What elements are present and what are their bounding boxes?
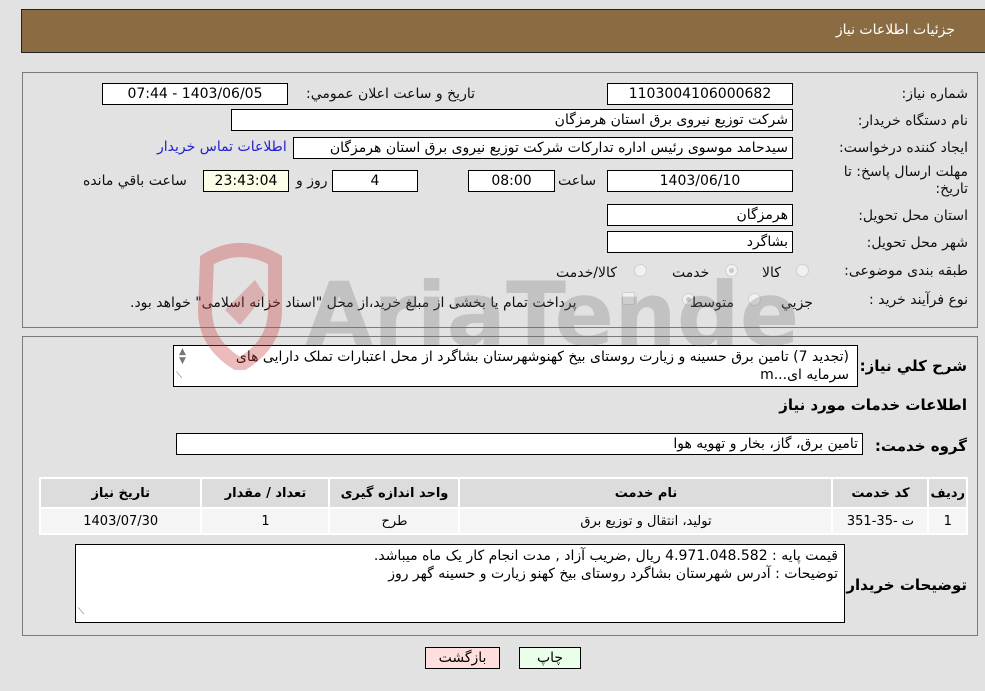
summary-label: شرح كلي نیاز: [859,357,967,375]
col-row-number: ردیف [927,477,968,509]
page-title: جزئیات اطلاعات نیاز [835,22,955,38]
cell-service-name: تولید، انتقال و توزیع برق [458,507,834,535]
cell-quantity: 1 [200,507,331,535]
buyer-notes-line-2: توضیحات : آدرس شهرستان بشاگرد روستای بیخ… [388,566,838,582]
page-header: جزئیات اطلاعات نیاز [21,9,985,53]
requester-field: سیدحامد موسوی رئیس اداره تدارکات شرکت تو… [293,137,793,159]
process-option-small: جزیي [781,295,813,311]
need-number-label: شماره نیاز: [901,86,969,102]
services-table-header: ردیف کد خدمت نام خدمت واحد اندازه گیری ت… [38,477,968,509]
category-option-goods-service: کالا/خدمت [556,265,617,281]
city-label: شهر محل تحویل: [866,235,968,251]
remaining-days-field: 4 [332,170,418,192]
cell-need-date: 1403/07/30 [38,507,203,535]
province-label: استان محل تحویل: [858,208,968,224]
remaining-time-field: 23:43:04 [203,170,289,192]
deadline-time-field: 08:00 [468,170,555,192]
category-radio-service[interactable] [725,264,738,277]
resize-grip-icon[interactable]: ⟋ [176,367,182,385]
deadline-date-field: 1403/06/10 [607,170,793,192]
service-group-label: گروه خدمت: [874,437,967,455]
requester-label: ایجاد کننده درخواست: [839,140,968,156]
cell-row-number: 1 [927,507,968,535]
summary-textarea[interactable]: (تجدید 7) تامین برق حسینه و زیارت روستای… [173,345,858,387]
buyer-org-label: نام دستگاه خریدار: [857,113,968,129]
process-label: نوع فرآیند خرید : [869,292,968,308]
print-button[interactable]: چاپ [519,647,581,669]
category-radio-goods[interactable] [796,264,809,277]
service-group-field: تامین برق، گاز، بخار و تهویه هوا [176,433,863,455]
treasury-checkbox[interactable] [622,292,635,305]
need-number-field: 1103004106000682 [607,83,793,105]
process-option-medium: متوسط [690,295,734,311]
buyer-notes-line-1: قیمت پایه : 4.971.048.582 ریال ,ضریب آزا… [373,548,838,564]
remaining-time-label: ساعت باقي مانده [83,173,187,189]
deadline-time-label: ساعت [558,173,597,189]
col-quantity: تعداد / مقدار [200,477,331,509]
deadline-label: مهلت ارسال پاسخ: تا [843,164,968,180]
scroll-arrows-icon[interactable]: ▲ ▼ [179,348,186,366]
col-service-name: نام خدمت [458,477,834,509]
treasury-note: پرداخت تمام یا بخشی از مبلغ خرید،از محل … [130,295,577,311]
cell-unit: طرح [328,507,461,535]
buyer-contact-link[interactable]: اطلاعات تماس خریدار [157,139,287,155]
table-row: 1 ت -35-351 تولید، انتقال و توزیع برق طر… [38,507,968,535]
buyer-org-field: شرکت توزیع نیروی برق استان هرمزگان [231,109,793,131]
deadline-label-date: تاریخ: [935,181,968,197]
category-radio-goods-service[interactable] [634,264,647,277]
province-field: هرمزگان [607,204,793,226]
category-option-goods: کالا [762,265,781,281]
announce-datetime-field: 1403/06/05 - 07:44 [102,83,288,105]
buyer-notes-textarea[interactable]: قیمت پایه : 4.971.048.582 ریال ,ضریب آزا… [75,544,845,623]
back-button[interactable]: بازگشت [425,647,500,669]
days-label: روز و [296,173,328,189]
summary-text: (تجدید 7) تامین برق حسینه و زیارت روستای… [235,349,849,383]
category-label: طبقه بندی موضوعی: [844,263,968,279]
category-option-service: خدمت [672,265,710,281]
services-table: ردیف کد خدمت نام خدمت واحد اندازه گیری ت… [38,477,968,535]
cell-service-code: ت -35-351 [831,507,930,535]
resize-grip-icon[interactable]: ⟋ [78,603,84,621]
buyer-notes-label: توضیحات خریدار: [840,576,967,594]
col-need-date: تاریخ نیاز [38,477,203,509]
city-field: بشاگرد [607,231,793,253]
col-unit: واحد اندازه گیری [328,477,461,509]
announce-datetime-label: تاریخ و ساعت اعلان عمومي: [306,86,475,102]
col-service-code: کد خدمت [831,477,930,509]
process-radio-small[interactable] [748,293,761,306]
services-section-title: اطلاعات خدمات مورد نیاز [779,396,967,414]
